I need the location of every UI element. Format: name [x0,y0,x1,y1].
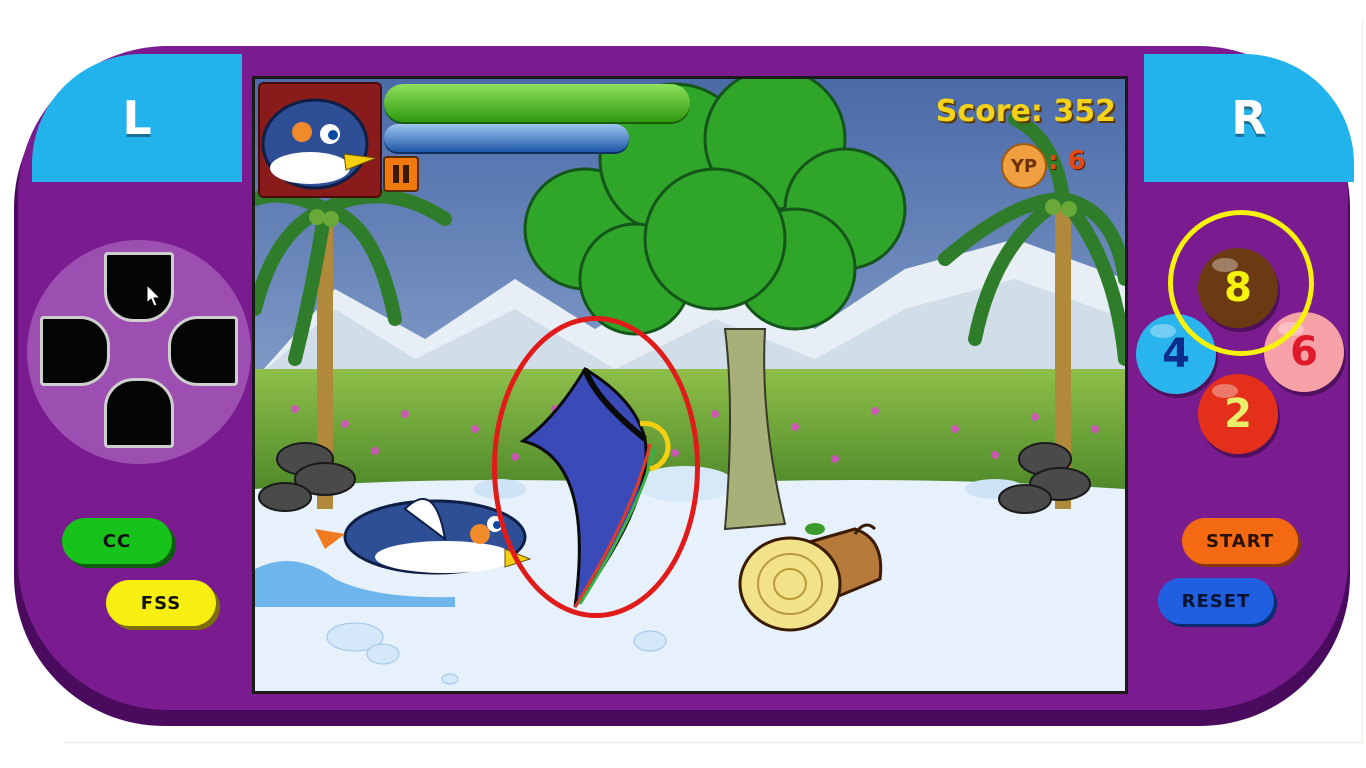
yp-coin-icon: YP [1001,143,1047,189]
page-divider [64,742,1364,743]
mouse-cursor-icon [146,284,162,307]
dpad-left-button[interactable] [40,316,110,386]
highlight-ellipse [492,316,700,618]
page-divider-vertical [1362,20,1363,742]
dpad-up-button[interactable] [104,252,174,322]
start-button[interactable]: START [1182,518,1298,564]
yp-count: : 6 [1048,146,1086,176]
reset-button[interactable]: RESET [1158,578,1274,624]
r-shoulder-button[interactable]: R [1144,54,1354,182]
player-portrait [258,82,382,198]
dpad-right-button[interactable] [168,316,238,386]
l-shoulder-button[interactable]: L [32,54,242,182]
cc-button[interactable]: CC [62,518,172,564]
highlight-circle [1168,210,1314,356]
score-display: Score: 352 [935,94,1116,129]
pause-icon [393,165,399,183]
pause-icon-bar [403,165,409,183]
dpad-down-button[interactable] [104,378,174,448]
face-button-2[interactable]: 2 [1198,374,1278,454]
energy-bar [384,124,629,152]
game-console-app: L R CC FSS 8 4 6 2 START RESET Score: 35… [0,0,1366,768]
health-bar [384,84,690,122]
pause-button[interactable] [383,156,419,192]
fss-button[interactable]: FSS [106,580,216,626]
